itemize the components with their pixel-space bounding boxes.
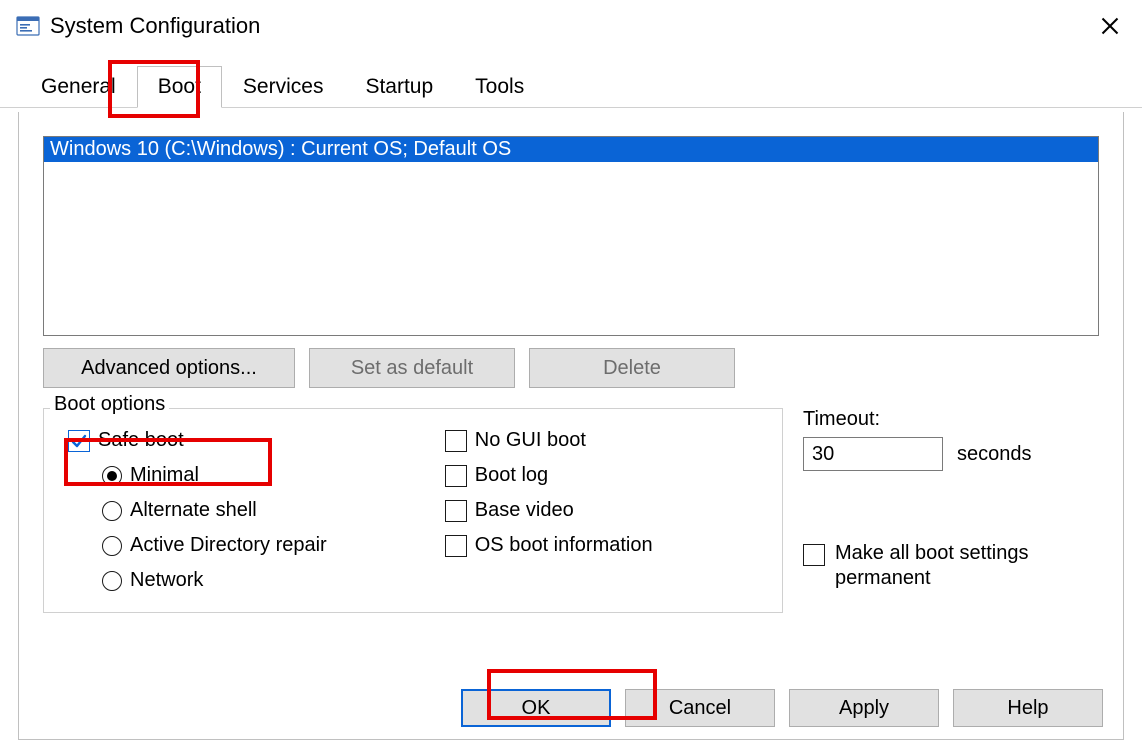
dialog-footer: OK Cancel Apply Help bbox=[461, 689, 1103, 727]
checkbox-icon bbox=[68, 430, 90, 452]
boot-options-legend: Boot options bbox=[50, 393, 169, 416]
safe-mode-network-radio[interactable]: Network bbox=[102, 569, 445, 592]
base-video-label: Base video bbox=[475, 499, 574, 522]
checkbox-icon bbox=[803, 544, 825, 566]
advanced-options-button[interactable]: Advanced options... bbox=[43, 348, 295, 388]
tab-general[interactable]: General bbox=[20, 66, 137, 107]
app-icon bbox=[16, 14, 40, 38]
tab-boot[interactable]: Boot bbox=[137, 66, 222, 108]
safe-mode-adrepair-label: Active Directory repair bbox=[130, 534, 327, 557]
close-button[interactable] bbox=[1086, 8, 1134, 44]
timeout-label: Timeout: bbox=[803, 408, 1099, 431]
os-list[interactable]: Windows 10 (C:\Windows) : Current OS; De… bbox=[43, 136, 1099, 336]
titlebar: System Configuration bbox=[0, 0, 1142, 52]
radio-icon bbox=[102, 571, 122, 591]
make-permanent-checkbox[interactable]: Make all boot settings permanent bbox=[803, 541, 1099, 591]
checkbox-icon bbox=[445, 535, 467, 557]
safe-mode-altshell-label: Alternate shell bbox=[130, 499, 257, 522]
boot-options-group: Boot options Safe boot Minimal bbox=[43, 408, 783, 613]
window-title: System Configuration bbox=[50, 13, 260, 39]
os-list-item[interactable]: Windows 10 (C:\Windows) : Current OS; De… bbox=[44, 137, 1098, 162]
os-boot-info-checkbox[interactable]: OS boot information bbox=[445, 534, 762, 557]
radio-icon bbox=[102, 466, 122, 486]
safe-boot-checkbox[interactable]: Safe boot bbox=[68, 429, 445, 452]
tab-startup[interactable]: Startup bbox=[344, 66, 454, 107]
make-permanent-label: Make all boot settings permanent bbox=[835, 541, 1099, 591]
timeout-unit: seconds bbox=[957, 443, 1032, 466]
system-configuration-window: System Configuration General Boot Servic… bbox=[0, 0, 1142, 740]
tab-tools[interactable]: Tools bbox=[454, 66, 545, 107]
no-gui-boot-checkbox[interactable]: No GUI boot bbox=[445, 429, 762, 452]
safe-boot-label: Safe boot bbox=[98, 429, 184, 452]
safe-mode-minimal-label: Minimal bbox=[130, 464, 199, 487]
base-video-checkbox[interactable]: Base video bbox=[445, 499, 762, 522]
radio-icon bbox=[102, 501, 122, 521]
checkbox-icon bbox=[445, 500, 467, 522]
delete-button: Delete bbox=[529, 348, 735, 388]
safe-mode-network-label: Network bbox=[130, 569, 203, 592]
boot-tab-content: Windows 10 (C:\Windows) : Current OS; De… bbox=[18, 112, 1124, 740]
timeout-input[interactable] bbox=[803, 437, 943, 471]
boot-log-checkbox[interactable]: Boot log bbox=[445, 464, 762, 487]
safe-mode-minimal-radio[interactable]: Minimal bbox=[102, 464, 445, 487]
radio-icon bbox=[102, 536, 122, 556]
tab-bar: General Boot Services Startup Tools bbox=[0, 60, 1142, 108]
os-buttons-row: Advanced options... Set as default Delet… bbox=[43, 348, 1099, 388]
boot-log-label: Boot log bbox=[475, 464, 548, 487]
lower-panel: Boot options Safe boot Minimal bbox=[43, 408, 1099, 613]
safe-mode-altshell-radio[interactable]: Alternate shell bbox=[102, 499, 445, 522]
close-icon bbox=[1100, 16, 1120, 36]
set-as-default-button: Set as default bbox=[309, 348, 515, 388]
help-button[interactable]: Help bbox=[953, 689, 1103, 727]
checkbox-icon bbox=[445, 430, 467, 452]
safe-mode-adrepair-radio[interactable]: Active Directory repair bbox=[102, 534, 445, 557]
apply-button[interactable]: Apply bbox=[789, 689, 939, 727]
tab-services[interactable]: Services bbox=[222, 66, 345, 107]
cancel-button[interactable]: Cancel bbox=[625, 689, 775, 727]
timeout-panel: Timeout: seconds Make all boot settings … bbox=[803, 408, 1099, 613]
ok-button[interactable]: OK bbox=[461, 689, 611, 727]
checkbox-icon bbox=[445, 465, 467, 487]
no-gui-boot-label: No GUI boot bbox=[475, 429, 586, 452]
os-boot-info-label: OS boot information bbox=[475, 534, 653, 557]
